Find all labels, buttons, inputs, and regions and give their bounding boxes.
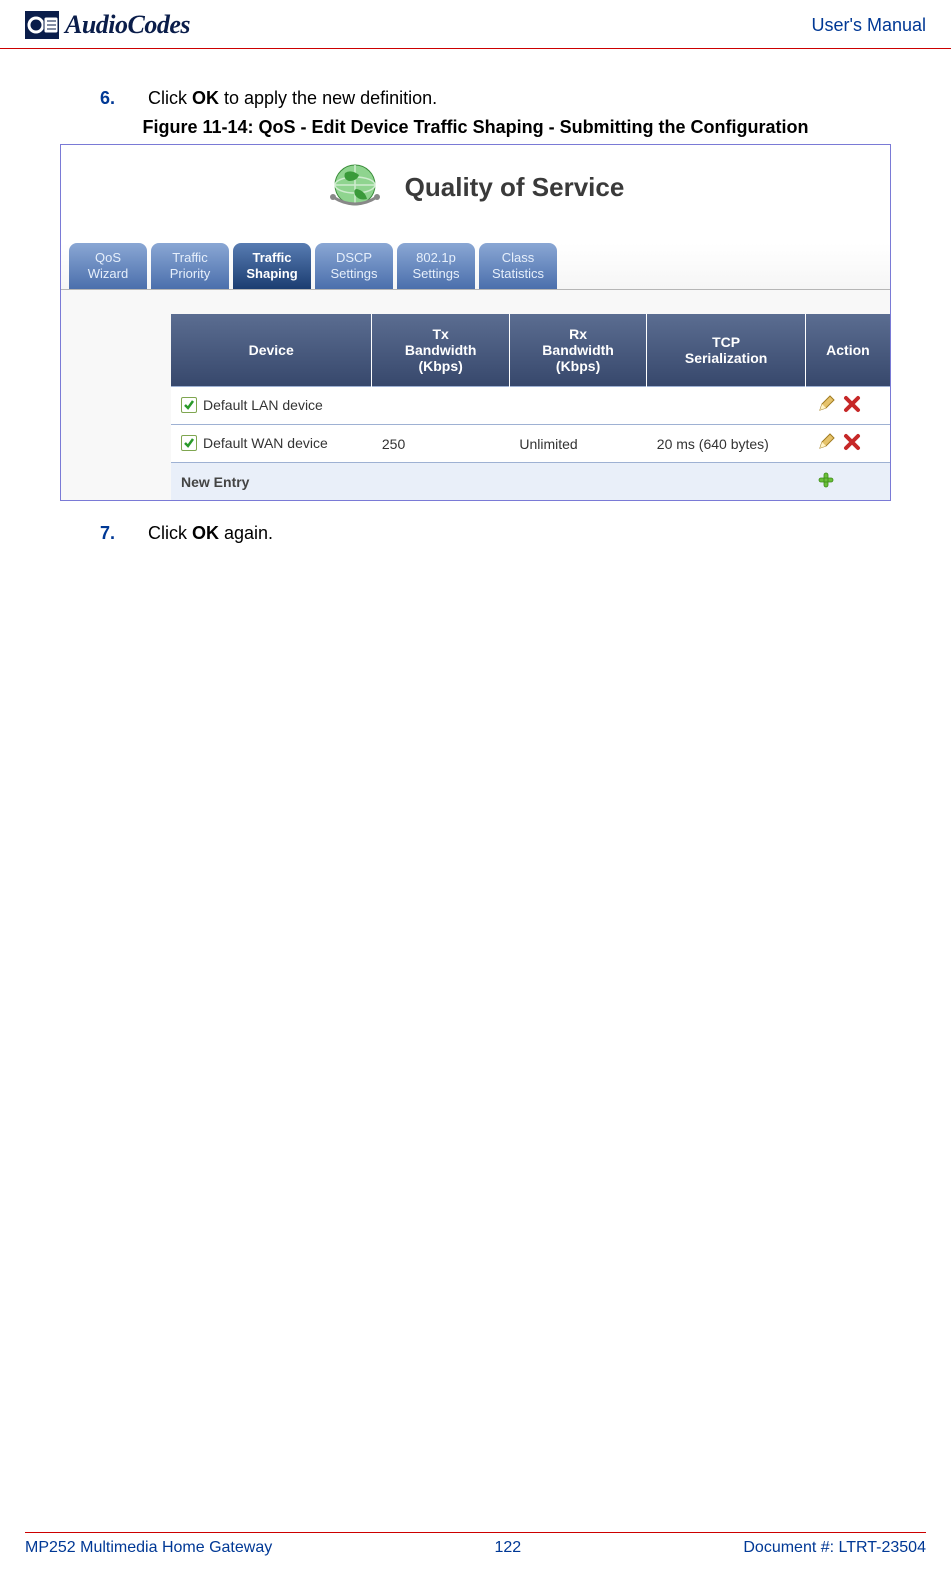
rx-value: Unlimited xyxy=(509,425,646,463)
new-entry-label: New Entry xyxy=(171,463,372,501)
footer-page-number: 122 xyxy=(494,1539,521,1557)
tab-qos-wizard[interactable]: QoS Wizard xyxy=(69,243,147,289)
tab-class-statistics[interactable]: Class Statistics xyxy=(479,243,557,289)
step-number: 7. xyxy=(100,523,120,544)
figure-caption: Figure 11-14: QoS - Edit Device Traffic … xyxy=(60,117,891,138)
tcp-value xyxy=(647,387,806,425)
rx-value xyxy=(509,387,646,425)
globe-icon xyxy=(327,159,383,215)
step-text: Click OK again. xyxy=(148,523,273,544)
step-6: 6. Click OK to apply the new definition. xyxy=(100,88,891,109)
brand-name: AudioCodes xyxy=(65,10,190,40)
col-rx: RxBandwidth(Kbps) xyxy=(509,314,646,387)
qos-header: Quality of Service xyxy=(61,145,890,243)
new-entry-row[interactable]: New Entry xyxy=(171,463,890,501)
step-text: Click OK to apply the new definition. xyxy=(148,88,437,109)
brand-logo: AudioCodes xyxy=(25,10,190,40)
table-row: Default WAN device 250 Unlimited 20 ms (… xyxy=(171,425,890,463)
qos-title: Quality of Service xyxy=(405,172,625,203)
tab-dscp-settings[interactable]: DSCP Settings xyxy=(315,243,393,289)
tx-value: 250 xyxy=(372,425,509,463)
checkbox-checked-icon xyxy=(181,435,197,451)
footer-right: Document #: LTRT-23504 xyxy=(743,1539,926,1557)
doc-type: User's Manual xyxy=(812,15,926,36)
delete-icon[interactable] xyxy=(843,395,861,416)
col-tcp: TCPSerialization xyxy=(647,314,806,387)
page-header: AudioCodes User's Manual xyxy=(0,0,951,49)
device-checkbox[interactable]: Default WAN device xyxy=(181,435,328,451)
page-footer: MP252 Multimedia Home Gateway 122 Docume… xyxy=(25,1532,926,1557)
device-checkbox[interactable]: Default LAN device xyxy=(181,397,323,413)
tab-traffic-shaping[interactable]: Traffic Shaping xyxy=(233,243,311,289)
table-row: Default LAN device xyxy=(171,387,890,425)
col-action: Action xyxy=(805,314,890,387)
page-content: 6. Click OK to apply the new definition.… xyxy=(0,49,951,544)
footer-left: MP252 Multimedia Home Gateway xyxy=(25,1539,272,1557)
device-name: Default LAN device xyxy=(203,397,323,413)
audiocodes-logo-icon xyxy=(25,11,59,39)
tcp-value: 20 ms (640 bytes) xyxy=(647,425,806,463)
device-name: Default WAN device xyxy=(203,435,328,451)
step-number: 6. xyxy=(100,88,120,109)
edit-icon[interactable] xyxy=(817,395,835,416)
qos-table-wrapper: Device TxBandwidth(Kbps) RxBandwidth(Kbp… xyxy=(61,290,890,500)
tab-8021p-settings[interactable]: 802.1p Settings xyxy=(397,243,475,289)
qos-table: Device TxBandwidth(Kbps) RxBandwidth(Kbp… xyxy=(171,314,890,500)
col-device: Device xyxy=(171,314,372,387)
tab-traffic-priority[interactable]: Traffic Priority xyxy=(151,243,229,289)
step-7: 7. Click OK again. xyxy=(100,523,891,544)
tx-value xyxy=(372,387,509,425)
tab-strip: QoS Wizard Traffic Priority Traffic Shap… xyxy=(61,243,890,290)
col-tx: TxBandwidth(Kbps) xyxy=(372,314,509,387)
figure-screenshot: Quality of Service QoS Wizard Traffic Pr… xyxy=(60,144,891,501)
edit-icon[interactable] xyxy=(817,433,835,454)
checkbox-checked-icon xyxy=(181,397,197,413)
add-icon[interactable] xyxy=(817,471,835,492)
delete-icon[interactable] xyxy=(843,433,861,454)
